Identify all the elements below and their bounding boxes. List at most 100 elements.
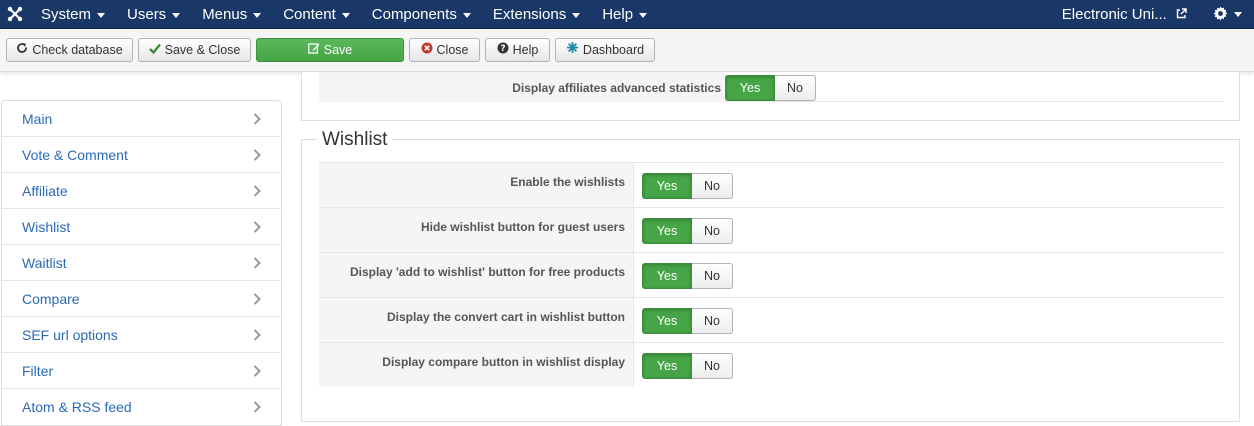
- sidebar-item-label: Wishlist: [22, 218, 71, 235]
- caret-down-icon: [639, 12, 648, 18]
- setting-label: Display the convert cart in wishlist but…: [386, 310, 625, 324]
- caret-down-icon: [572, 12, 581, 18]
- dashboard-button[interactable]: Dashboard: [555, 38, 655, 62]
- chevron-right-icon: [253, 256, 261, 269]
- caret-down-icon: [341, 12, 350, 18]
- menu-help[interactable]: Help: [591, 0, 658, 29]
- toggle-no-button[interactable]: No: [692, 173, 733, 199]
- sidebar-item-wishlist[interactable]: Wishlist: [2, 209, 281, 245]
- sidebar-item-vote-comment[interactable]: Vote & Comment: [2, 137, 281, 173]
- convert-cart-toggle: Yes No: [642, 308, 733, 334]
- caret-down-icon: [253, 12, 262, 18]
- setting-label: Display 'add to wishlist' button for fre…: [349, 265, 625, 279]
- menu-label: Components: [371, 6, 457, 23]
- menu-system[interactable]: System: [30, 0, 116, 29]
- help-button[interactable]: ? Help: [485, 38, 550, 62]
- sidebar-item-label: Vote & Comment: [22, 146, 128, 163]
- toggle-no-button[interactable]: No: [692, 353, 733, 379]
- external-link-icon: [1176, 0, 1187, 29]
- menu-label: Users: [127, 6, 167, 23]
- menu-users[interactable]: Users: [116, 0, 191, 29]
- sidebar-item-main[interactable]: Main: [2, 101, 281, 137]
- check-icon: [148, 39, 161, 61]
- edit-icon: [307, 39, 320, 61]
- close-button[interactable]: Close: [409, 38, 480, 62]
- sidebar-item-filter[interactable]: Filter: [2, 353, 281, 389]
- toggle-yes-button[interactable]: Yes: [642, 218, 692, 244]
- sidebar-item-waitlist[interactable]: Waitlist: [2, 245, 281, 281]
- save-close-button[interactable]: Save & Close: [138, 38, 251, 62]
- setting-row: Hide wishlist button for guest users Yes…: [319, 207, 1223, 252]
- cancel-circle-icon: [421, 39, 433, 61]
- caret-down-icon: [97, 12, 106, 18]
- chevron-right-icon: [253, 364, 261, 377]
- toggle-yes-button[interactable]: Yes: [725, 75, 775, 101]
- setting-label-cell: Hide wishlist button for guest users: [319, 208, 634, 252]
- toggle-yes-button[interactable]: Yes: [642, 353, 692, 379]
- toggle-no-button[interactable]: No: [692, 263, 733, 289]
- check-database-button[interactable]: Check database: [6, 38, 133, 62]
- sidebar-item-affiliate[interactable]: Affiliate: [2, 173, 281, 209]
- setting-row: Display 'add to wishlist' button for fre…: [319, 252, 1223, 297]
- caret-down-icon: [1234, 12, 1242, 17]
- sidebar-item-label: SEF url options: [22, 326, 118, 343]
- caret-down-icon: [462, 12, 471, 18]
- question-circle-icon: ?: [497, 39, 509, 61]
- setting-label-cell: Display affiliates advanced statistics: [319, 72, 724, 102]
- chevron-right-icon: [253, 401, 261, 413]
- caret-down-icon: [172, 12, 181, 18]
- setting-label: Display affiliates advanced statistics: [512, 81, 721, 95]
- sidebar-item-atom-rss-feed[interactable]: Atom & RSS feed: [2, 389, 281, 425]
- menu-label: Extensions: [492, 6, 567, 23]
- menu-components[interactable]: Components: [361, 0, 482, 29]
- sidebar-item-sef-url-options[interactable]: SEF url options: [2, 317, 281, 353]
- dashboard-label: Dashboard: [582, 43, 645, 57]
- save-label: Save: [323, 43, 353, 57]
- toggle-no-button[interactable]: No: [692, 218, 733, 244]
- compare-button-toggle: Yes No: [642, 353, 733, 379]
- menu-label: Help: [602, 6, 634, 23]
- menu-menus[interactable]: Menus: [191, 0, 272, 29]
- menu-label: Menus: [202, 6, 248, 23]
- toggle-no-button[interactable]: No: [692, 308, 733, 334]
- gear-icon: [1213, 5, 1228, 24]
- toggle-yes-button[interactable]: Yes: [642, 173, 692, 199]
- menu-extensions[interactable]: Extensions: [482, 0, 591, 29]
- user-menu-toggle[interactable]: [1199, 5, 1254, 24]
- setting-label-cell: Enable the wishlists: [319, 163, 634, 207]
- sidebar-item-label: Waitlist: [22, 254, 67, 271]
- sidebar-item-compare[interactable]: Compare: [2, 281, 281, 317]
- config-sidebar: Main Vote & Comment Affiliate Wishlist W…: [1, 100, 282, 426]
- svg-text:?: ?: [500, 44, 505, 54]
- close-label: Close: [436, 43, 469, 57]
- sidebar-item-label: Filter: [22, 362, 54, 379]
- sidebar-item-label: Main: [22, 110, 53, 127]
- toggle-no-button[interactable]: No: [775, 75, 816, 101]
- save-close-label: Save & Close: [164, 43, 241, 57]
- toolbar: Check database Save & Close Save Close ?…: [0, 29, 1254, 72]
- check-database-label: Check database: [32, 43, 123, 57]
- fieldset-legend: Wishlist: [317, 128, 393, 152]
- affiliate-stats-toggle: Yes No: [725, 75, 816, 101]
- chevron-right-icon: [253, 292, 261, 305]
- site-link[interactable]: Electronic Uni...: [1062, 0, 1199, 29]
- main-menu: System Users Menus Content Components Ex…: [30, 0, 658, 29]
- chevron-right-icon: [253, 148, 261, 161]
- setting-label-cell: Display the convert cart in wishlist but…: [319, 298, 634, 342]
- toggle-yes-button[interactable]: Yes: [642, 263, 692, 289]
- dashboard-icon: [566, 39, 579, 61]
- joomla-logo-icon[interactable]: [7, 6, 23, 22]
- wishlist-fieldset: Wishlist Enable the wishlists Yes No Hid…: [301, 128, 1240, 422]
- sidebar-item-label: Affiliate: [22, 182, 68, 199]
- save-button[interactable]: Save: [256, 38, 404, 62]
- setting-label: Enable the wishlists: [510, 175, 625, 189]
- top-navbar: System Users Menus Content Components Ex…: [0, 0, 1254, 29]
- sidebar-item-label: Compare: [22, 290, 80, 307]
- setting-row: Display the convert cart in wishlist but…: [319, 297, 1223, 342]
- chevron-right-icon: [253, 112, 261, 125]
- menu-label: Content: [283, 6, 336, 23]
- chevron-right-icon: [253, 184, 261, 197]
- site-name: Electronic Uni...: [1061, 5, 1167, 23]
- toggle-yes-button[interactable]: Yes: [642, 308, 692, 334]
- menu-content[interactable]: Content: [272, 0, 361, 29]
